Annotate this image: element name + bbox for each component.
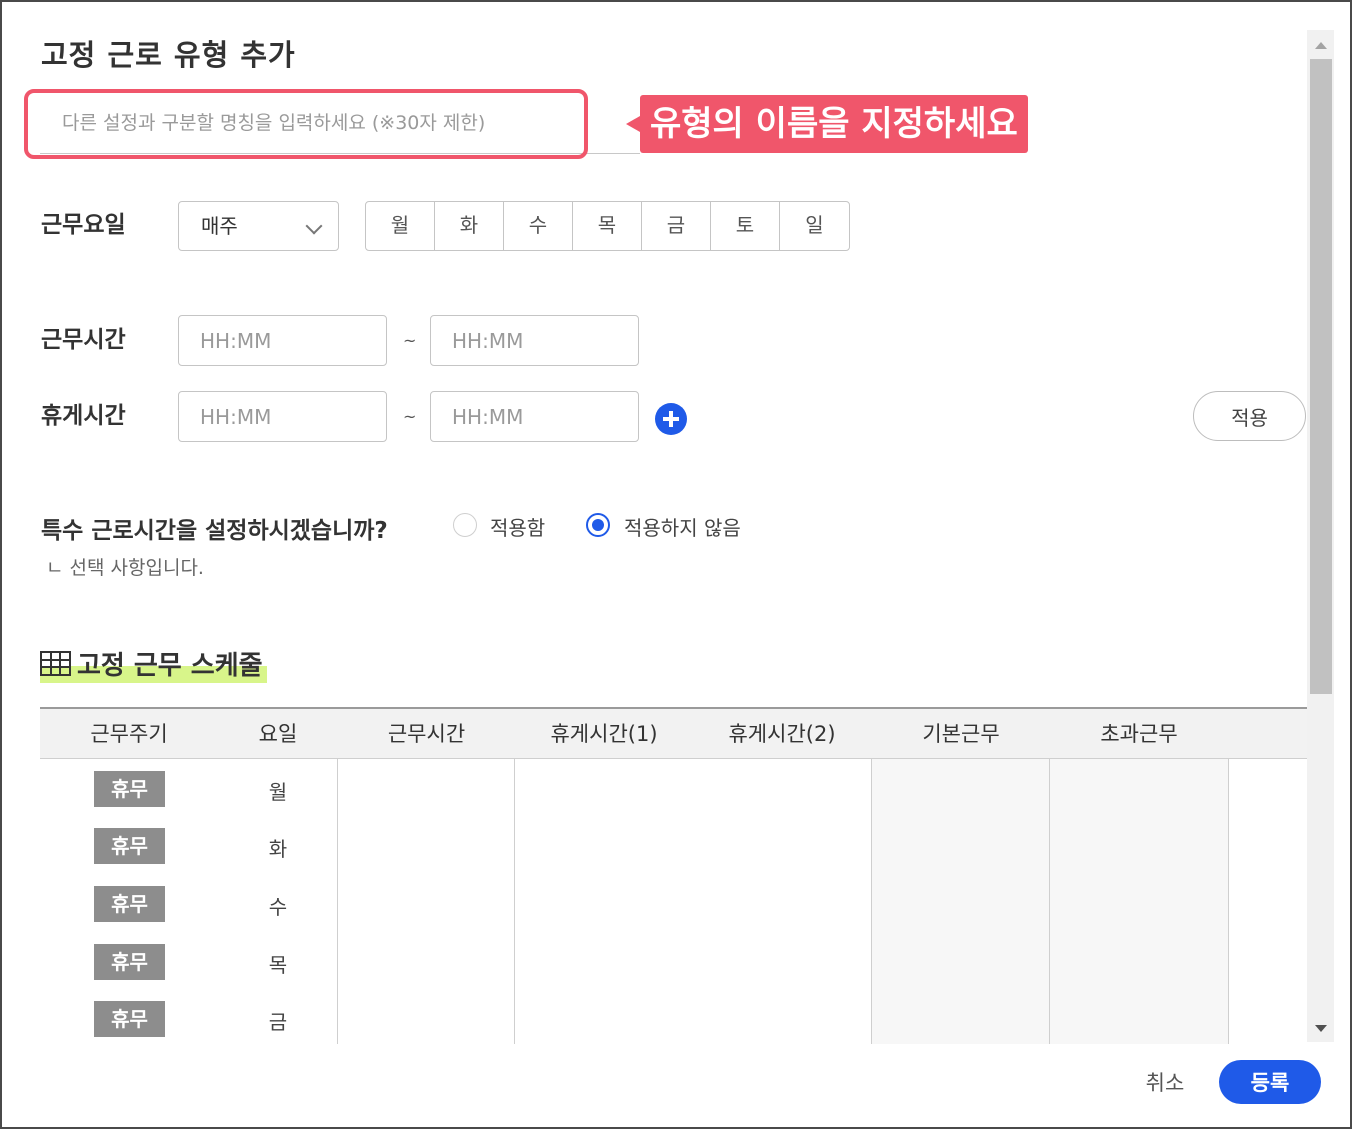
off-badge: 휴무 — [94, 886, 165, 922]
apply-button[interactable]: 적용 — [1193, 391, 1306, 441]
day-cell: 월 — [268, 780, 288, 804]
optional-note: ㄴ 선택 사항입니다. — [46, 557, 204, 579]
radio-apply-label[interactable]: 적용함 — [490, 512, 545, 541]
column-divider — [514, 759, 515, 1044]
schedule-section-title: 고정 근무 스케줄 — [40, 645, 267, 683]
work-end-input[interactable] — [430, 315, 639, 366]
cancel-button[interactable]: 취소 — [1132, 1062, 1198, 1102]
schedule-title-text: 고정 근무 스케줄 — [77, 651, 263, 681]
column-header-work-time: 근무시간 — [387, 722, 466, 746]
column-divider — [337, 759, 338, 1044]
day-cell: 목 — [268, 953, 288, 977]
work-start-input[interactable] — [178, 315, 387, 366]
dialog-title: 고정 근로 유형 추가 — [41, 38, 296, 72]
add-break-plus-icon[interactable] — [655, 403, 687, 435]
off-badge: 휴무 — [94, 1001, 165, 1037]
day-cell: 화 — [268, 837, 288, 861]
day-cell: 수 — [268, 895, 288, 919]
work-time-separator: ~ — [403, 331, 417, 350]
column-divider — [1228, 759, 1229, 1044]
column-header-break-2: 휴게시간(2) — [728, 722, 836, 746]
column-header-basic-work: 기본근무 — [922, 722, 1000, 746]
day-toggle-mon[interactable]: 월 — [366, 202, 435, 250]
calendar-grid-icon — [40, 651, 71, 676]
radio-not-apply[interactable] — [586, 513, 610, 537]
schedule-table-header: 근무주기 요일 근무시간 휴게시간(1) 휴게시간(2) 기본근무 초과근무 — [40, 707, 1307, 759]
off-badge: 휴무 — [94, 771, 165, 807]
off-badge: 휴무 — [94, 828, 165, 864]
day-toggle-thu[interactable]: 목 — [573, 202, 642, 250]
repeat-select-value: 매주 — [201, 214, 238, 238]
radio-apply[interactable] — [453, 513, 477, 537]
add-fixed-work-type-dialog: 고정 근로 유형 추가 유형의 이름을 지정하세요 근무요일 매주 월 화 수 … — [0, 0, 1352, 1129]
column-divider — [1049, 759, 1050, 1044]
special-hours-question: 특수 근로시간을 설정하시겠습니까? — [41, 518, 388, 544]
break-time-label: 휴게시간 — [41, 403, 126, 429]
day-cell: 금 — [268, 1010, 288, 1034]
column-header-cycle: 근무주기 — [90, 722, 168, 746]
break-time-separator: ~ — [403, 407, 417, 426]
radio-not-apply-label[interactable]: 적용하지 않음 — [624, 512, 741, 541]
repeat-select[interactable]: 매주 — [178, 201, 339, 251]
off-badge: 휴무 — [94, 944, 165, 980]
name-input-callout: 유형의 이름을 지정하세요 — [626, 95, 1028, 153]
break-start-input[interactable] — [178, 391, 387, 442]
column-divider — [871, 759, 872, 1044]
work-time-label: 근무시간 — [41, 327, 126, 353]
day-toggle-sat[interactable]: 토 — [711, 202, 780, 250]
column-header-day: 요일 — [258, 722, 298, 746]
day-toggle-sun[interactable]: 일 — [780, 202, 849, 250]
chevron-down-icon — [305, 217, 323, 235]
day-toggle-tue[interactable]: 화 — [435, 202, 504, 250]
day-toggle-fri[interactable]: 금 — [642, 202, 711, 250]
work-days-label: 근무요일 — [41, 212, 126, 238]
column-header-break-1: 휴게시간(1) — [550, 722, 658, 746]
name-input-container — [40, 98, 640, 154]
column-header-overtime: 초과근무 — [1100, 722, 1178, 746]
register-button[interactable]: 등록 — [1219, 1060, 1321, 1104]
scrollbar-thumb[interactable] — [1310, 59, 1332, 694]
shaded-columns — [872, 759, 1228, 1044]
day-toggle-wed[interactable]: 수 — [504, 202, 573, 250]
scroll-up-arrow-icon[interactable] — [1315, 42, 1327, 49]
type-name-input[interactable] — [40, 98, 580, 148]
weekday-toggle-group: 월 화 수 목 금 토 일 — [365, 201, 850, 251]
scroll-down-arrow-icon[interactable] — [1315, 1025, 1327, 1032]
break-end-input[interactable] — [430, 391, 639, 442]
